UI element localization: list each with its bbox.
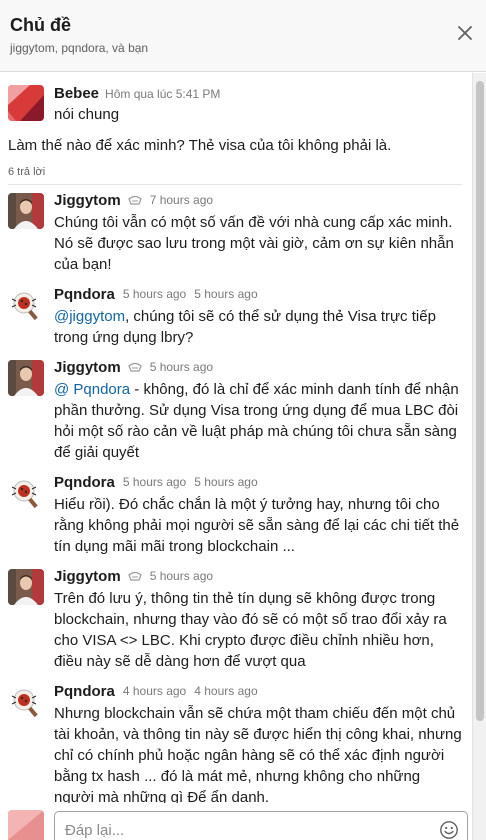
scrollbar-thumb[interactable] — [476, 81, 484, 721]
message-body: @ Pqndora - không, đó là chỉ để xác minh… — [54, 379, 462, 463]
message-time[interactable]: 4 hours ago — [123, 684, 186, 698]
bot-badge-icon — [127, 571, 142, 581]
message-body: Làm thế nào để xác minh? Thẻ visa của tô… — [8, 137, 392, 154]
author-name[interactable]: Jiggytom — [54, 359, 121, 376]
reply-count: 6 trả lời — [8, 166, 462, 185]
message-time[interactable]: 5 hours ago — [150, 360, 213, 374]
message-body: Hiểu rồi). Đó chắc chắn là một ý tưởng h… — [54, 496, 460, 555]
message-time[interactable]: 5 hours ago — [150, 569, 213, 583]
message-body: @jiggytom, chúng tôi sẽ có thể sử dụng t… — [54, 306, 462, 348]
reply-composer — [0, 803, 472, 840]
message-time[interactable]: Hôm qua lúc 5:41 PM — [105, 87, 220, 101]
author-name[interactable]: Jiggytom — [54, 568, 121, 585]
parent-message: Bebee Hôm qua lúc 5:41 PM nói chung Làm t… — [0, 73, 472, 185]
mention-link[interactable]: @ Pqndora — [54, 381, 130, 398]
bot-badge-icon — [127, 362, 142, 372]
avatar-jiggytom[interactable] — [8, 569, 44, 605]
avatar-jiggytom[interactable] — [8, 360, 44, 396]
avatar-pqndora[interactable] — [8, 475, 44, 511]
reply-message: Jiggytom 5 hours ago Trên đó lưu ý, thôn… — [0, 561, 472, 676]
reply-message: Jiggytom 5 hours ago @ Pqndora - không, … — [0, 352, 472, 467]
reply-input[interactable] — [65, 822, 425, 839]
avatar-pqndora[interactable] — [8, 287, 44, 323]
scrollbar[interactable] — [472, 73, 486, 840]
message-time[interactable]: 5 hours ago — [123, 475, 186, 489]
close-icon[interactable] — [454, 22, 476, 44]
reply-message: Pqndora 5 hours ago 5 hours ago Hiểu rồi… — [0, 467, 472, 561]
author-name[interactable]: Pqndora — [54, 683, 115, 700]
message-body: Nhưng blockchain vẫn sẽ chứa một tham ch… — [54, 705, 462, 806]
message-time[interactable]: 7 hours ago — [150, 193, 213, 207]
thread-title: Chủ đề — [10, 15, 71, 35]
thread-participants: jiggytom, pqndora, và bạn — [10, 41, 149, 55]
avatar-jiggytom[interactable] — [8, 193, 44, 229]
bot-badge-icon — [127, 195, 142, 205]
message-time-secondary[interactable]: 5 hours ago — [194, 475, 257, 489]
thread-content: Bebee Hôm qua lúc 5:41 PM nói chung Làm t… — [0, 73, 472, 840]
avatar-bebee[interactable] — [8, 85, 44, 121]
thread-header: Chủ đề jiggytom, pqndora, và bạn — [0, 0, 486, 72]
author-name[interactable]: Pqndora — [54, 286, 115, 303]
reply-message: Pqndora 5 hours ago 5 hours ago @jiggyto… — [0, 279, 472, 352]
avatar-pqndora[interactable] — [8, 684, 44, 720]
message-body: Trên đó lưu ý, thông tin thẻ tín dụng sẽ… — [54, 590, 447, 670]
reply-message: Jiggytom 7 hours ago Chúng tôi vẫn có mộ… — [0, 185, 472, 279]
message-time[interactable]: 5 hours ago — [123, 287, 186, 301]
reply-message: Pqndora 4 hours ago 4 hours ago Nhưng bl… — [0, 676, 472, 812]
author-name[interactable]: Bebee — [54, 85, 99, 102]
message-time-secondary[interactable]: 4 hours ago — [194, 684, 257, 698]
mention-link[interactable]: @jiggytom — [54, 308, 125, 325]
author-name[interactable]: Jiggytom — [54, 192, 121, 209]
channel-name[interactable]: nói chung — [54, 106, 220, 123]
author-name[interactable]: Pqndora — [54, 474, 115, 491]
message-body: Chúng tôi vẫn có một số vấn đề với nhà c… — [54, 214, 454, 273]
avatar-self — [8, 810, 44, 840]
emoji-icon[interactable] — [439, 820, 459, 840]
message-time-secondary[interactable]: 5 hours ago — [194, 287, 257, 301]
reply-input-box[interactable] — [54, 811, 468, 840]
